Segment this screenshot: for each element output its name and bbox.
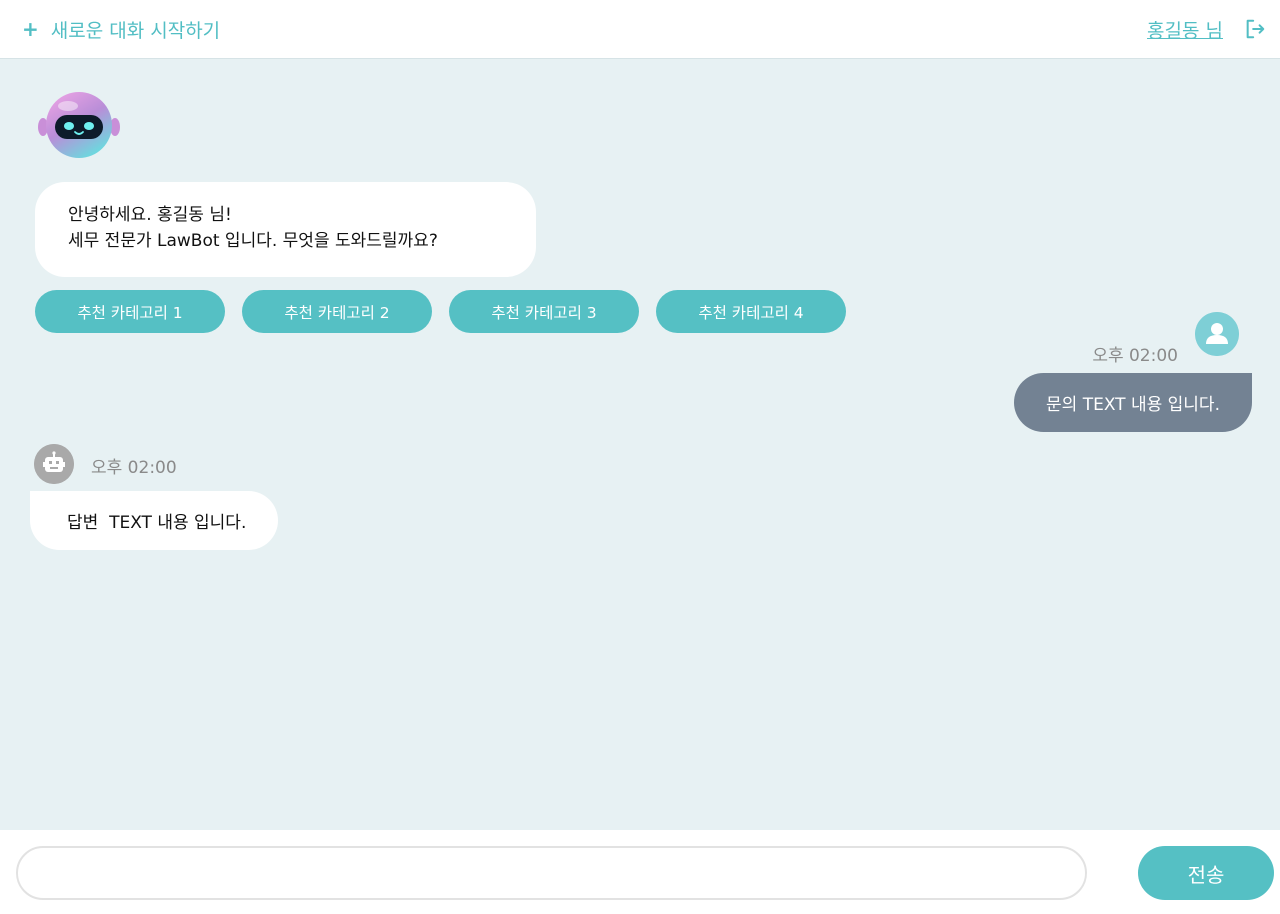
logout-icon[interactable] [1244, 18, 1266, 40]
top-bar: + 새로운 대화 시작하기 홍길동 님 [0, 0, 1280, 59]
bot-message-bubble: 답변 TEXT 내용 입니다. [30, 491, 278, 550]
user-name-link[interactable]: 홍길동 님 [1147, 16, 1223, 43]
plus-icon: + [22, 17, 39, 41]
user-message-bubble: 문의 TEXT 내용 입니다. [1014, 373, 1252, 432]
greeting-message-bubble: 안녕하세요. 홍길동 님! 세무 전문가 LawBot 입니다. 무엇을 도와드… [35, 182, 536, 277]
message-composer: 전송 [0, 830, 1280, 914]
greeting-line-2: 세무 전문가 LawBot 입니다. 무엇을 도와드릴까요? [68, 231, 438, 251]
user-avatar-icon [1195, 312, 1239, 356]
send-button[interactable]: 전송 [1138, 846, 1274, 900]
category-chip-3[interactable]: 추천 카테고리 3 [449, 290, 639, 333]
recommended-category-list: 추천 카테고리 1 추천 카테고리 2 추천 카테고리 3 추천 카테고리 4 [35, 290, 846, 333]
new-chat-label: 새로운 대화 시작하기 [50, 19, 221, 42]
robot-mascot-icon [38, 92, 120, 158]
user-message-time: 오후 02:00 [1092, 346, 1178, 366]
bot-message-time: 오후 02:00 [91, 458, 177, 478]
category-chip-4[interactable]: 추천 카테고리 4 [656, 290, 846, 333]
greeting-line-1: 안녕하세요. 홍길동 님! [68, 205, 232, 225]
category-chip-1[interactable]: 추천 카테고리 1 [35, 290, 225, 333]
category-chip-2[interactable]: 추천 카테고리 2 [242, 290, 432, 333]
new-chat-button[interactable]: + 새로운 대화 시작하기 [22, 16, 220, 42]
chat-area: 안녕하세요. 홍길동 님! 세무 전문가 LawBot 입니다. 무엇을 도와드… [0, 60, 1280, 830]
message-input[interactable] [16, 846, 1087, 900]
chat-app: + 새로운 대화 시작하기 홍길동 님 안녕하세요. 홍길동 님! 세무 전문가… [0, 0, 1280, 914]
bot-avatar-icon [34, 444, 74, 484]
